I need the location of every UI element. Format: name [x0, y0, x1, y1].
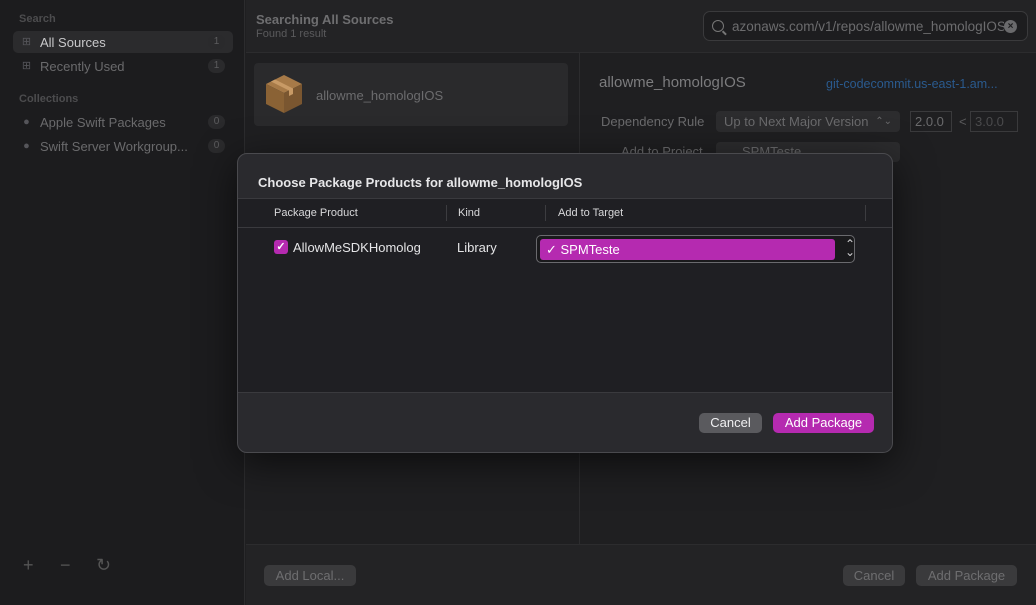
- column-separator: [865, 205, 866, 221]
- package-box-icon: [266, 75, 302, 113]
- sidebar-item-label: Recently Used: [40, 58, 125, 74]
- grid-icon: ⊞: [21, 59, 32, 72]
- sidebar-heading-search: Search: [19, 13, 56, 25]
- bottom-bar: Add Local... Cancel Add Package: [246, 544, 1036, 605]
- product-kind: Library: [457, 240, 497, 255]
- page-title: Searching All Sources: [256, 12, 394, 27]
- result-item[interactable]: allowme_homologIOS: [254, 63, 568, 126]
- top-bar: Searching All Sources Found 1 result ×: [246, 0, 1036, 53]
- dialog-title: Choose Package Products for allowme_homo…: [258, 175, 583, 190]
- sidebar-item-label: Apple Swift Packages: [40, 114, 166, 130]
- column-header-add-to-target[interactable]: Add to Target: [558, 207, 623, 219]
- add-package-button[interactable]: Add Package: [916, 565, 1017, 586]
- sidebar-item-label: All Sources: [40, 34, 106, 50]
- choose-products-dialog: Choose Package Products for allowme_homo…: [237, 153, 893, 453]
- sidebar-item-swift-server-workgroup[interactable]: ● Swift Server Workgroup... 0: [13, 135, 233, 157]
- add-icon[interactable]: +: [23, 555, 34, 576]
- remove-icon[interactable]: −: [60, 555, 71, 576]
- dependency-rule-select[interactable]: Up to Next Major Version ⌃⌄: [716, 111, 900, 132]
- count-badge: 1: [208, 35, 225, 49]
- target-selected-option[interactable]: ✓ SPMTeste: [540, 239, 835, 260]
- column-separator: [446, 205, 447, 221]
- target-name: SPMTeste: [560, 242, 620, 257]
- count-badge: 0: [208, 115, 225, 129]
- sidebar-heading-collections: Collections: [19, 93, 79, 105]
- app-window: Search ⊞ All Sources 1 ⊞ Recently Used 1…: [0, 0, 1036, 605]
- products-table: Package Product Kind Add to Target ✓ All…: [238, 198, 892, 393]
- refresh-icon[interactable]: ↻: [96, 555, 111, 576]
- count-badge: 1: [208, 59, 225, 73]
- apple-icon: ●: [23, 139, 30, 152]
- target-select[interactable]: ✓ SPMTeste: [536, 235, 855, 263]
- dialog-add-package-button[interactable]: Add Package: [773, 413, 874, 433]
- sidebar-item-recently-used[interactable]: ⊞ Recently Used 1: [13, 55, 233, 77]
- version-to-field[interactable]: 3.0.0: [970, 111, 1018, 132]
- result-name: allowme_homologIOS: [316, 88, 444, 103]
- sidebar-item-label: Swift Server Workgroup...: [40, 138, 188, 154]
- dependency-rule-value: Up to Next Major Version: [724, 114, 869, 129]
- column-header-kind[interactable]: Kind: [458, 207, 480, 219]
- repo-link[interactable]: git-codecommit.us-east-1.am...: [826, 77, 998, 91]
- search-icon: [712, 20, 724, 32]
- grid-icon: ⊞: [21, 35, 32, 48]
- dialog-cancel-button[interactable]: Cancel: [699, 413, 762, 433]
- less-than-label: <: [959, 114, 967, 129]
- clear-icon[interactable]: ×: [1004, 19, 1017, 33]
- checkmark-icon: ✓: [546, 242, 561, 257]
- result-count: Found 1 result: [256, 28, 327, 40]
- apple-icon: ●: [23, 115, 30, 128]
- column-separator: [545, 205, 546, 221]
- detail-title: allowme_homologIOS: [599, 74, 746, 91]
- version-from-field[interactable]: 2.0.0: [910, 111, 952, 132]
- add-local-button[interactable]: Add Local...: [264, 565, 356, 586]
- sidebar-item-apple-swift-packages[interactable]: ● Apple Swift Packages 0: [13, 111, 233, 133]
- product-checkbox[interactable]: ✓: [274, 240, 288, 254]
- column-header-package-product[interactable]: Package Product: [274, 207, 358, 219]
- sidebar-footer: + − ↻: [0, 545, 245, 605]
- product-name: AllowMeSDKHomolog: [293, 240, 421, 255]
- sidebar-item-all-sources[interactable]: ⊞ All Sources 1: [13, 31, 233, 53]
- header-divider: [238, 227, 892, 228]
- chevron-updown-icon: ⌃⌄: [875, 116, 892, 127]
- search-input[interactable]: [732, 18, 1004, 34]
- sidebar: Search ⊞ All Sources 1 ⊞ Recently Used 1…: [0, 0, 245, 605]
- dependency-rule-label: Dependency Rule: [601, 114, 705, 129]
- cancel-button[interactable]: Cancel: [843, 565, 905, 586]
- search-field[interactable]: ×: [703, 11, 1028, 41]
- count-badge: 0: [208, 139, 225, 153]
- chevron-updown-icon[interactable]: ⌃ ⌄: [845, 238, 855, 258]
